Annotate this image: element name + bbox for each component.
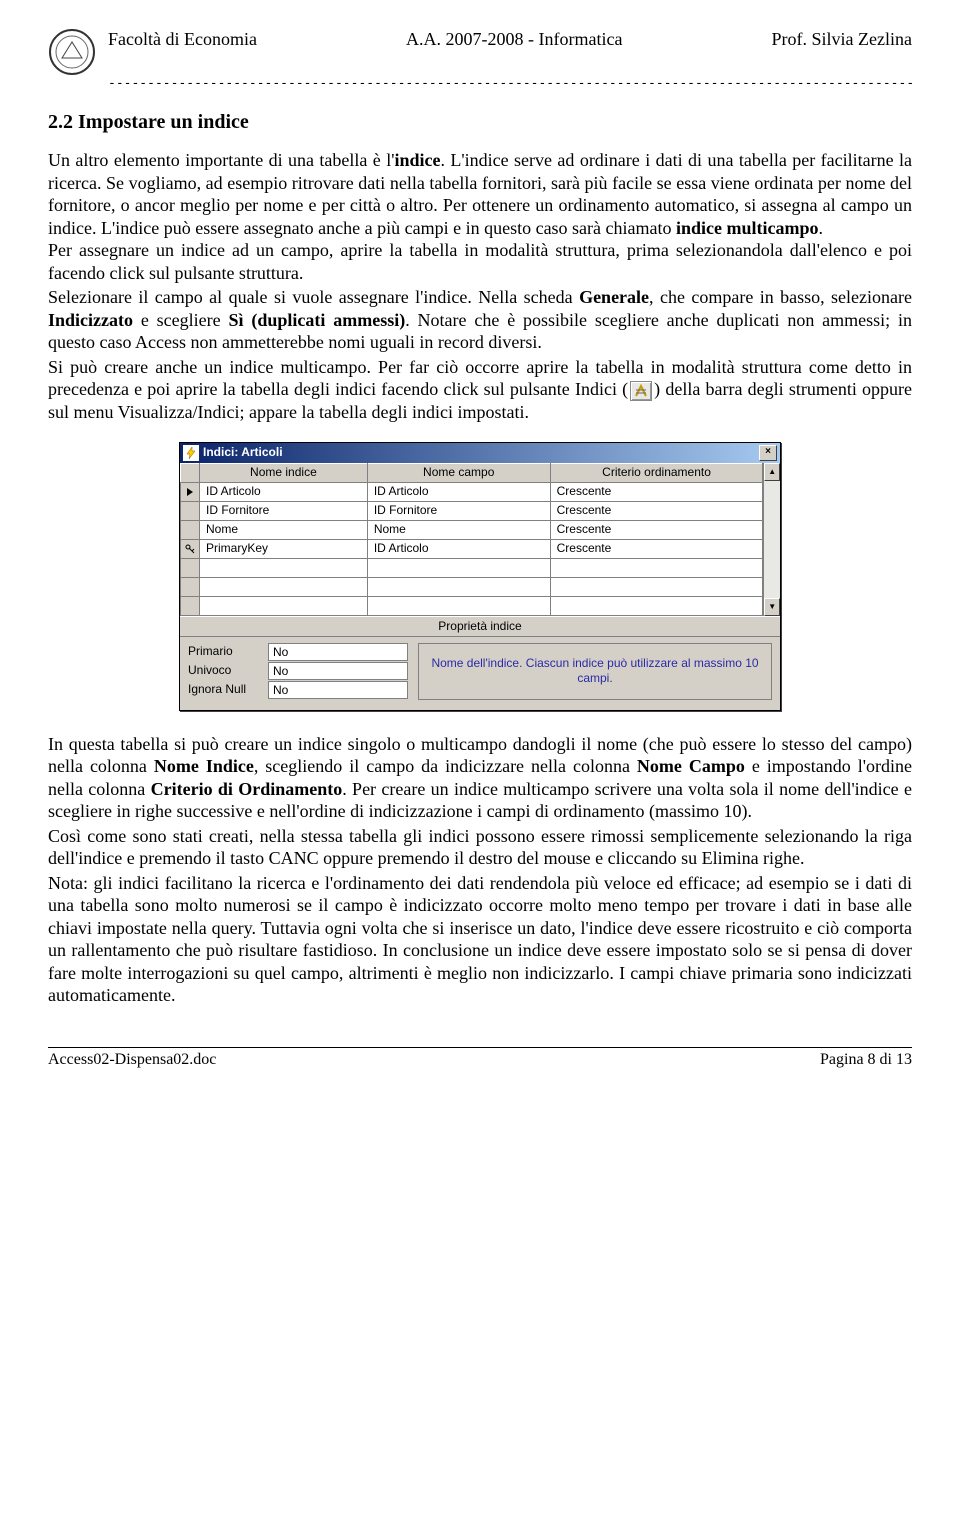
paragraph-remove-index: Così come sono stati creati, nella stess… [48, 825, 912, 870]
cell-order[interactable] [550, 596, 763, 615]
header-left: Facoltà di Economia [108, 28, 257, 51]
row-selector[interactable] [181, 501, 200, 520]
row-selector[interactable] [181, 539, 200, 558]
header-center: A.A. 2007-2008 - Informatica [406, 28, 622, 51]
scroll-down-icon[interactable]: ▼ [764, 598, 780, 616]
help-panel: Nome dell'indice. Ciascun indice può uti… [418, 643, 772, 700]
vertical-scrollbar[interactable]: ▲ ▼ [763, 463, 780, 616]
property-row: UnivocoNo [188, 662, 408, 680]
row-selector[interactable] [181, 558, 200, 577]
property-value[interactable]: No [268, 681, 408, 699]
col-header-order[interactable]: Criterio ordinamento [550, 463, 763, 482]
table-row[interactable] [181, 577, 763, 596]
paragraph-assign: Per assegnare un indice ad un campo, apr… [48, 239, 912, 284]
property-label: Primario [188, 644, 268, 659]
col-header-name[interactable]: Nome indice [199, 463, 367, 482]
table-row[interactable]: ID FornitoreID FornitoreCrescente [181, 501, 763, 520]
indices-window: Indici: Articoli × Nome indice Nome camp… [179, 442, 781, 711]
titlebar: Indici: Articoli × [180, 443, 780, 463]
cell-order[interactable] [550, 577, 763, 596]
table-row[interactable]: PrimaryKeyID ArticoloCrescente [181, 539, 763, 558]
cell-field[interactable]: ID Fornitore [367, 501, 550, 520]
section-title: 2.2 Impostare un indice [48, 110, 912, 135]
primary-key-icon [181, 544, 199, 554]
row-selector[interactable] [181, 596, 200, 615]
property-row: Ignora NullNo [188, 681, 408, 699]
cell-order[interactable]: Crescente [550, 520, 763, 539]
cell-name[interactable]: Nome [199, 520, 367, 539]
page-footer: Access02-Dispensa02.doc Pagina 8 di 13 [48, 1050, 912, 1070]
property-label: Univoco [188, 663, 268, 678]
scroll-up-icon[interactable]: ▲ [764, 463, 780, 481]
figure-indices-window: Indici: Articoli × Nome indice Nome camp… [48, 442, 912, 711]
cell-order[interactable]: Crescente [550, 482, 763, 501]
footer-page-number: Pagina 8 di 13 [820, 1050, 912, 1070]
cell-order[interactable] [550, 558, 763, 577]
table-row[interactable]: ID ArticoloID ArticoloCrescente [181, 482, 763, 501]
cell-field[interactable] [367, 596, 550, 615]
cell-field[interactable] [367, 558, 550, 577]
paragraph-note: Nota: gli indici facilitano la ricerca e… [48, 872, 912, 1007]
corner-cell [181, 463, 200, 482]
row-selector[interactable] [181, 520, 200, 539]
col-header-field[interactable]: Nome campo [367, 463, 550, 482]
table-row[interactable] [181, 596, 763, 615]
cell-order[interactable]: Crescente [550, 539, 763, 558]
header-divider: ----------------------------------------… [108, 76, 912, 92]
properties-header: Proprietà indice [180, 616, 780, 637]
window-title: Indici: Articoli [203, 445, 759, 460]
property-label: Ignora Null [188, 682, 268, 697]
cell-name[interactable]: ID Articolo [199, 482, 367, 501]
cell-field[interactable]: ID Articolo [367, 539, 550, 558]
paragraph-intro: Un altro elemento importante di una tabe… [48, 149, 912, 239]
header-right: Prof. Silvia Zezlina [772, 28, 912, 51]
paragraph-create-index: In questa tabella si può creare un indic… [48, 733, 912, 823]
cell-name[interactable]: ID Fornitore [199, 501, 367, 520]
cell-field[interactable] [367, 577, 550, 596]
current-row-icon [181, 487, 199, 497]
cell-name[interactable]: PrimaryKey [199, 539, 367, 558]
property-value[interactable]: No [268, 643, 408, 661]
cell-name[interactable] [199, 558, 367, 577]
footer-divider [48, 1047, 912, 1048]
page-header: Facoltà di Economia A.A. 2007-2008 - Inf… [48, 28, 912, 76]
paragraph-multicampo: Si può creare anche un indice multicampo… [48, 356, 912, 424]
cell-field[interactable]: Nome [367, 520, 550, 539]
indices-toolbar-icon [630, 381, 652, 401]
row-selector[interactable] [181, 577, 200, 596]
table-row[interactable] [181, 558, 763, 577]
table-row[interactable]: NomeNomeCrescente [181, 520, 763, 539]
cell-order[interactable]: Crescente [550, 501, 763, 520]
row-selector[interactable] [181, 482, 200, 501]
cell-field[interactable]: ID Articolo [367, 482, 550, 501]
properties-list: PrimarioNoUnivocoNoIgnora NullNo [188, 643, 408, 700]
indices-grid[interactable]: Nome indice Nome campo Criterio ordiname… [180, 463, 763, 616]
cell-name[interactable] [199, 577, 367, 596]
property-value[interactable]: No [268, 662, 408, 680]
lightning-icon [183, 445, 199, 461]
footer-filename: Access02-Dispensa02.doc [48, 1050, 216, 1070]
university-seal-icon [48, 28, 96, 76]
paragraph-generale: Selezionare il campo al quale si vuole a… [48, 286, 912, 354]
close-button[interactable]: × [759, 445, 777, 461]
property-row: PrimarioNo [188, 643, 408, 661]
cell-name[interactable] [199, 596, 367, 615]
